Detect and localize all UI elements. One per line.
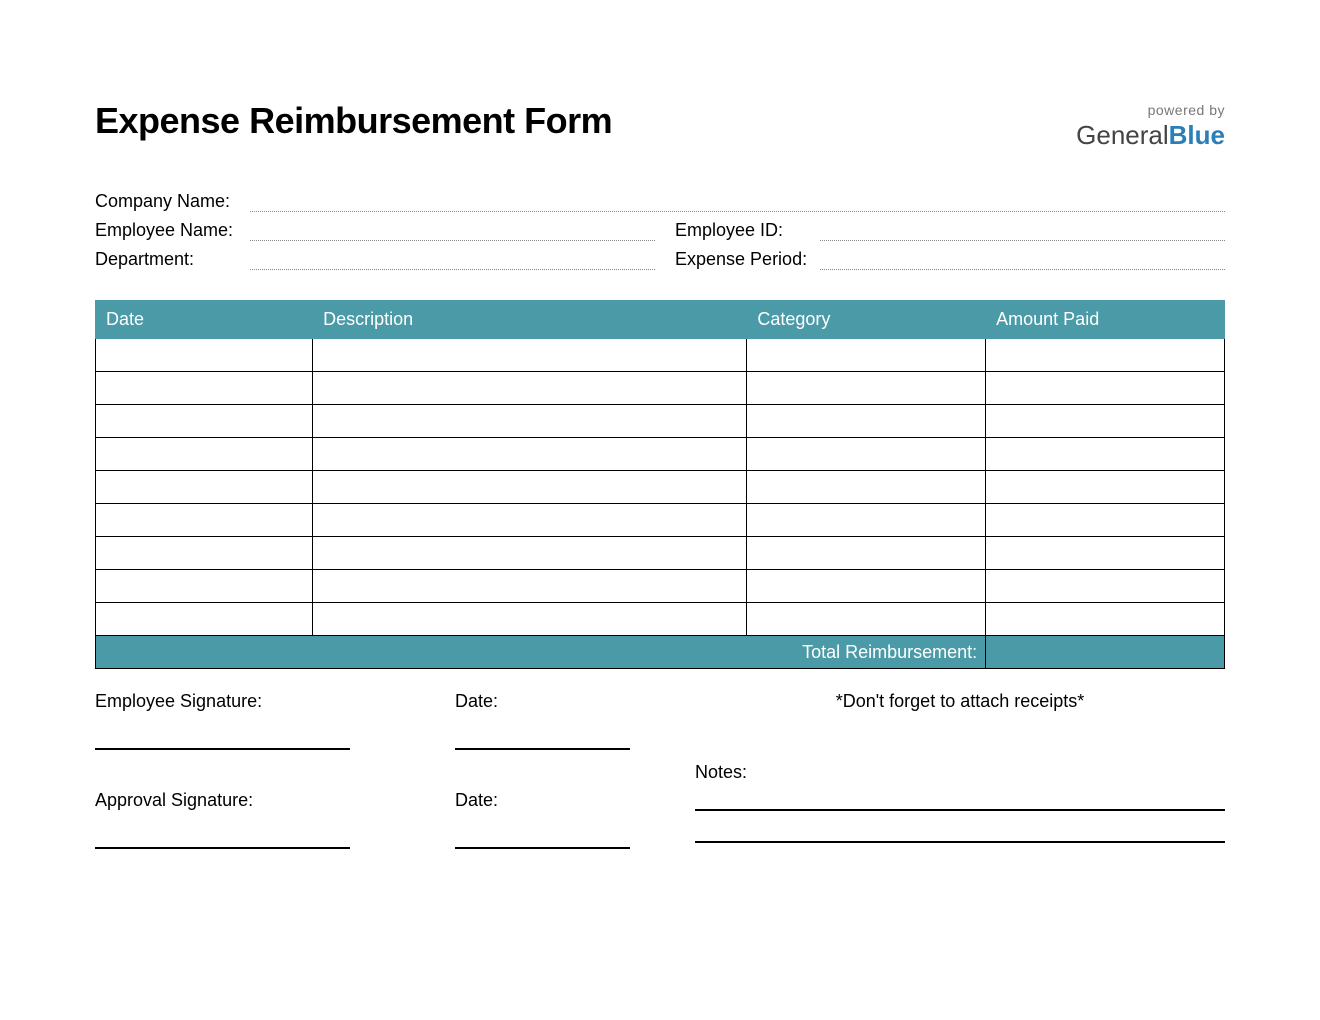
employee-signature-line[interactable]: [95, 748, 350, 750]
approval-date-line[interactable]: [455, 847, 630, 849]
cell-category[interactable]: [747, 603, 986, 636]
department-field[interactable]: [250, 250, 655, 270]
cell-description[interactable]: [313, 438, 747, 471]
brand-logo: GeneralBlue: [1076, 120, 1225, 151]
receipts-reminder: *Don't forget to attach receipts*: [695, 691, 1225, 712]
cell-description[interactable]: [313, 570, 747, 603]
info-block: Company Name: Employee Name: Employee ID…: [95, 191, 1225, 270]
cell-date[interactable]: [96, 570, 313, 603]
expense-period-label: Expense Period:: [675, 249, 820, 270]
employee-id-field[interactable]: [820, 221, 1225, 241]
company-name-label: Company Name:: [95, 191, 250, 212]
company-name-field[interactable]: [250, 192, 1225, 212]
cell-description[interactable]: [313, 471, 747, 504]
cell-category[interactable]: [747, 339, 986, 372]
table-row: [96, 372, 1225, 405]
employee-name-field[interactable]: [250, 221, 655, 241]
total-amount[interactable]: [986, 636, 1225, 669]
cell-date[interactable]: [96, 471, 313, 504]
cell-date[interactable]: [96, 405, 313, 438]
notes-label: Notes:: [695, 762, 1225, 783]
cell-description[interactable]: [313, 537, 747, 570]
cell-description[interactable]: [313, 372, 747, 405]
cell-category[interactable]: [747, 537, 986, 570]
approval-signature-line[interactable]: [95, 847, 350, 849]
employee-id-label: Employee ID:: [675, 220, 820, 241]
form-title: Expense Reimbursement Form: [95, 100, 612, 142]
expense-period-field[interactable]: [820, 250, 1225, 270]
cell-date[interactable]: [96, 372, 313, 405]
cell-amount[interactable]: [986, 603, 1225, 636]
cell-amount[interactable]: [986, 570, 1225, 603]
table-row: [96, 339, 1225, 372]
cell-amount[interactable]: [986, 438, 1225, 471]
cell-description[interactable]: [313, 603, 747, 636]
department-label: Department:: [95, 249, 250, 270]
header-date: Date: [96, 301, 313, 339]
expense-table: Date Description Category Amount Paid To…: [95, 300, 1225, 669]
cell-amount[interactable]: [986, 504, 1225, 537]
cell-category[interactable]: [747, 504, 986, 537]
brand-name-1: General: [1076, 120, 1169, 150]
cell-amount[interactable]: [986, 471, 1225, 504]
cell-date[interactable]: [96, 504, 313, 537]
cell-amount[interactable]: [986, 405, 1225, 438]
notes-line-1[interactable]: [695, 809, 1225, 811]
cell-category[interactable]: [747, 570, 986, 603]
table-row: [96, 537, 1225, 570]
table-row: [96, 603, 1225, 636]
cell-date[interactable]: [96, 339, 313, 372]
cell-description[interactable]: [313, 405, 747, 438]
cell-date[interactable]: [96, 537, 313, 570]
table-row: [96, 471, 1225, 504]
cell-category[interactable]: [747, 438, 986, 471]
cell-description[interactable]: [313, 504, 747, 537]
table-row: [96, 405, 1225, 438]
notes-line-2[interactable]: [695, 841, 1225, 843]
cell-amount[interactable]: [986, 339, 1225, 372]
header-description: Description: [313, 301, 747, 339]
cell-amount[interactable]: [986, 537, 1225, 570]
employee-signature-label: Employee Signature:: [95, 691, 455, 712]
table-row: [96, 504, 1225, 537]
emp-date-line[interactable]: [455, 748, 630, 750]
table-row: [96, 570, 1225, 603]
cell-description[interactable]: [313, 339, 747, 372]
approval-signature-label: Approval Signature:: [95, 790, 455, 811]
cell-date[interactable]: [96, 603, 313, 636]
powered-by-text: powered by: [1076, 102, 1225, 118]
header-amount: Amount Paid: [986, 301, 1225, 339]
cell-category[interactable]: [747, 372, 986, 405]
cell-amount[interactable]: [986, 372, 1225, 405]
header-category: Category: [747, 301, 986, 339]
cell-category[interactable]: [747, 471, 986, 504]
brand-block: powered by GeneralBlue: [1076, 100, 1225, 151]
table-row: [96, 438, 1225, 471]
total-label: Total Reimbursement:: [96, 636, 986, 669]
approval-date-label: Date:: [455, 790, 655, 811]
brand-name-2: Blue: [1169, 120, 1225, 150]
total-row: Total Reimbursement:: [96, 636, 1225, 669]
employee-name-label: Employee Name:: [95, 220, 250, 241]
emp-date-label: Date:: [455, 691, 655, 712]
cell-category[interactable]: [747, 405, 986, 438]
cell-date[interactable]: [96, 438, 313, 471]
